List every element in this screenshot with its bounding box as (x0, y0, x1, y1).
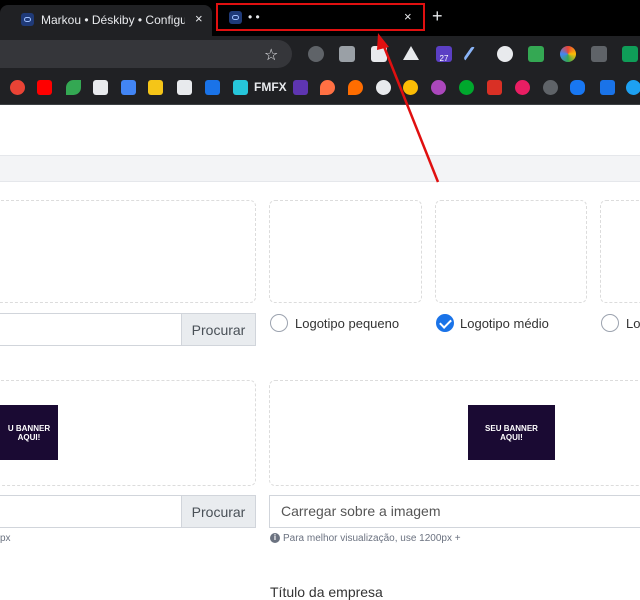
bookmark-pink-icon[interactable] (515, 80, 530, 95)
logo-browse-button[interactable]: Procurar (181, 313, 256, 346)
bookmark-fire-icon[interactable] (348, 80, 363, 95)
calendar-extension-icon[interactable]: 27 (436, 46, 452, 63)
camera-extension-icon[interactable] (339, 46, 355, 62)
page-header-band (0, 155, 640, 182)
bookmark-fmfx-label[interactable]: FMFX (254, 80, 287, 94)
logo-size-large-radio[interactable] (601, 314, 619, 332)
bookmark-flame-icon[interactable] (320, 80, 335, 95)
logo-preview-large (0, 200, 256, 303)
bookmark-monitor-icon[interactable] (177, 80, 192, 95)
banner-preview-right (269, 380, 640, 486)
mountain-extension-icon[interactable] (403, 46, 419, 60)
logo-file-input[interactable] (0, 313, 182, 346)
bookmark-trello-icon[interactable] (205, 80, 220, 95)
banner-hint-partial: px (0, 533, 11, 544)
bookmark-star-icon[interactable]: ☆ (264, 45, 278, 65)
bookmark-check-icon[interactable] (626, 80, 640, 95)
green-extension-icon[interactable] (528, 46, 544, 62)
bookmark-flower-icon[interactable] (431, 80, 446, 95)
logo-preview-small (269, 200, 422, 303)
bookmark-globe-icon[interactable] (376, 80, 391, 95)
link-extension-icon[interactable] (622, 46, 638, 62)
company-title-label: Título da empresa (270, 584, 383, 600)
logo-size-medium-radio[interactable] (436, 314, 454, 332)
banner-browse-button[interactable]: Procurar (181, 495, 256, 528)
bookmark-codepen-icon[interactable] (93, 80, 108, 95)
banner-upload-field[interactable]: Carregar sobre a imagem (269, 495, 640, 528)
bookmark-waveform-icon[interactable] (233, 80, 248, 95)
color-wheel-extension-icon[interactable] (560, 46, 576, 62)
bookmark-youtube-icon[interactable] (37, 80, 52, 95)
logo-preview-medium (435, 200, 587, 303)
ublock-extension-icon[interactable] (308, 46, 324, 62)
banner-upload-placeholder: Carregar sobre a imagem (281, 503, 441, 519)
tab-active-loading[interactable]: • • × (216, 3, 425, 31)
logo-size-medium-label: Logotipo médio (460, 316, 549, 331)
logo-size-small-radio[interactable] (270, 314, 288, 332)
site-favicon-icon (21, 13, 34, 26)
logo-preview-big (600, 200, 640, 303)
bookmark-arrow-icon[interactable] (543, 80, 558, 95)
bookmark-b-icon[interactable] (403, 80, 418, 95)
site-favicon-icon (229, 11, 242, 24)
bookmark-miro-icon[interactable] (148, 80, 163, 95)
bookmark-sigma-icon[interactable] (293, 80, 308, 95)
logo-size-large-label: Lo (626, 316, 640, 331)
logo-size-small-label: Logotipo pequeno (295, 316, 400, 331)
banner-file-input[interactable] (0, 495, 182, 528)
bookmark-evernote-icon[interactable] (459, 80, 474, 95)
banner-image-right: SEU BANNER AQUI! (468, 405, 555, 460)
gear-extension-icon[interactable] (497, 46, 513, 62)
bookmark-p-icon[interactable] (121, 80, 136, 95)
address-bar[interactable] (0, 40, 292, 68)
banner-image-left: U BANNER AQUI! (0, 405, 58, 460)
bookmark-c-icon[interactable] (487, 80, 502, 95)
extension-badge: 27 (439, 54, 449, 63)
info-icon: i (270, 533, 280, 543)
bookmark-meta-icon[interactable] (570, 80, 585, 95)
window-extension-icon[interactable] (371, 46, 387, 62)
bookmark-bird-icon[interactable] (66, 80, 81, 95)
code-extension-icon[interactable] (591, 46, 607, 62)
new-tab-button[interactable]: + (432, 6, 443, 27)
bookmark-youtube-music-icon[interactable] (10, 80, 25, 95)
bookmark-f-icon[interactable] (600, 80, 615, 95)
close-tab-icon[interactable]: × (195, 11, 203, 26)
close-tab-icon[interactable]: × (404, 9, 412, 24)
banner-hint: Para melhor visualização, use 1200px + (283, 533, 461, 544)
tab-markou-settings[interactable]: Markou • Déskiby • Configuraçõ × (0, 5, 212, 36)
tab-title: Markou • Déskiby • Configuraçõ (41, 13, 185, 27)
tab-title: • • (248, 10, 260, 24)
